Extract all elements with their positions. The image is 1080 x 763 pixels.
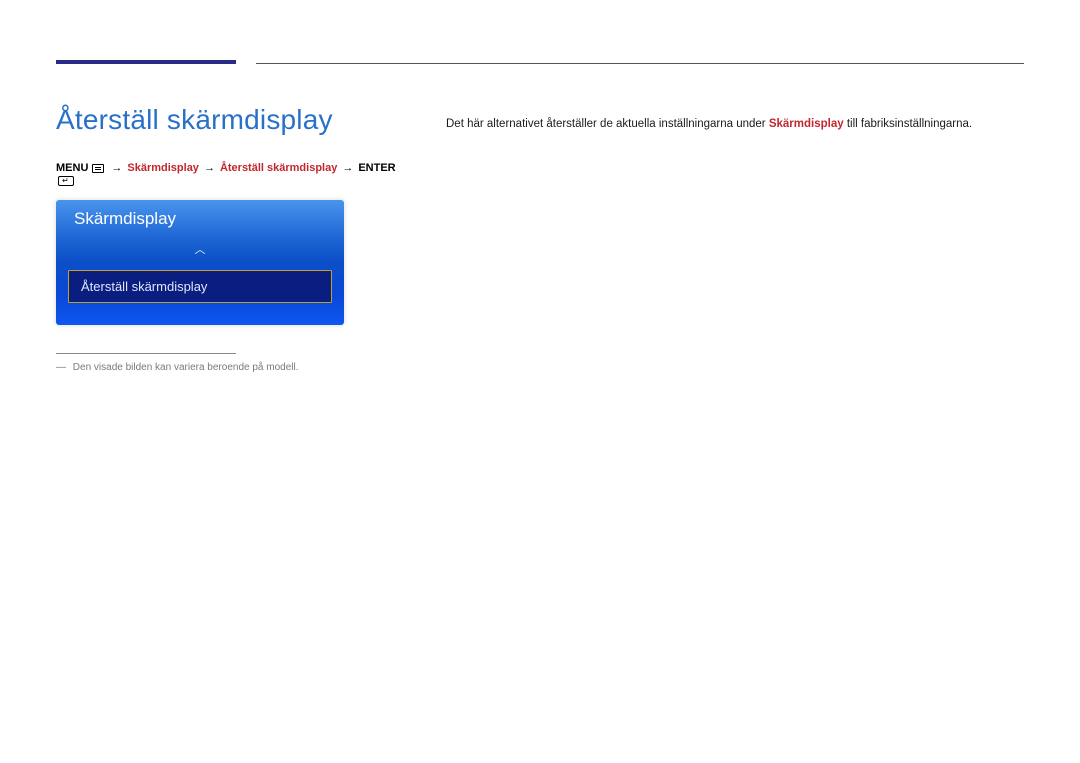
top-bar — [56, 60, 1024, 74]
description-highlight: Skärmdisplay — [769, 118, 844, 130]
osd-body: Återställ skärmdisplay — [56, 262, 344, 325]
menu-icon — [92, 164, 104, 173]
breadcrumb: MENU → Skärmdisplay → Återställ skärmdis… — [56, 162, 396, 186]
arrow-icon: → — [111, 162, 122, 174]
arrow-icon: → — [204, 162, 215, 174]
accent-line — [56, 60, 236, 64]
description-before: Det här alternativet återställer de aktu… — [446, 118, 769, 130]
osd-panel: Skärmdisplay ︿ Återställ skärmdisplay — [56, 200, 344, 325]
breadcrumb-enter: ENTER — [358, 162, 395, 174]
breadcrumb-item-2: Återställ skärmdisplay — [220, 162, 337, 174]
osd-header: Skärmdisplay — [56, 200, 344, 238]
footnote-text: Den visade bilden kan variera beroende p… — [73, 362, 299, 373]
footnote-rule — [56, 353, 236, 354]
breadcrumb-item-1: Skärmdisplay — [127, 162, 199, 174]
left-column: Återställ skärmdisplay MENU → Skärmdispl… — [56, 92, 396, 373]
osd-item-reset[interactable]: Återställ skärmdisplay — [68, 270, 332, 303]
horizontal-rule — [256, 63, 1024, 64]
breadcrumb-menu: MENU — [56, 162, 88, 174]
footnote-dash: ― — [56, 362, 66, 373]
chevron-up-icon: ︿ — [195, 245, 206, 256]
description: Det här alternativet återställer de aktu… — [446, 116, 1024, 133]
description-after: till fabriksinställningarna. — [844, 118, 972, 130]
osd-scroll-up[interactable]: ︿ — [56, 238, 344, 262]
enter-icon — [58, 176, 74, 186]
arrow-icon: → — [342, 162, 353, 174]
footnote: ― Den visade bilden kan variera beroende… — [56, 362, 396, 373]
right-column: Det här alternativet återställer de aktu… — [446, 92, 1024, 373]
page-title: Återställ skärmdisplay — [56, 104, 396, 136]
